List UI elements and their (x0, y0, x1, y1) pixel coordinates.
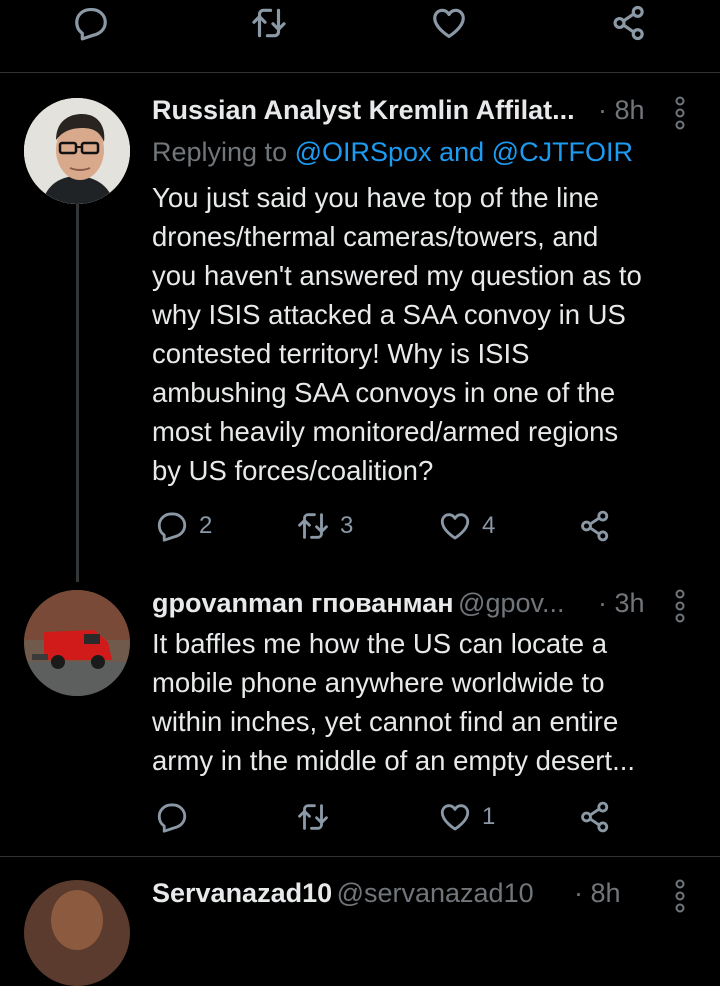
mention-link[interactable]: @OIRSpox (295, 137, 432, 167)
more-vertical-icon[interactable] (674, 878, 686, 919)
like-icon (438, 800, 472, 834)
thread-connector-line (76, 204, 79, 582)
like-count: 1 (482, 803, 496, 830)
retweet-count: 3 (340, 512, 354, 539)
retweet-icon (296, 800, 330, 834)
replying-to: Replying to @OIRSpox and @CJTFOIR (152, 137, 633, 168)
like-button[interactable]: 4 (438, 509, 495, 543)
author-name[interactable]: gpovanman гпованман (152, 588, 454, 618)
tweet-header: gpovanman гпованман @gpov... (152, 588, 565, 619)
share-icon[interactable] (610, 4, 648, 42)
retweet-button[interactable] (296, 800, 330, 834)
more-vertical-icon[interactable] (674, 588, 686, 629)
retweet-icon[interactable] (250, 4, 288, 42)
like-count: 4 (482, 512, 496, 539)
more-vertical-icon[interactable] (674, 95, 686, 136)
retweet-button[interactable]: 3 (296, 509, 353, 543)
avatar[interactable] (24, 880, 130, 986)
reply-button[interactable]: 2 (155, 509, 212, 543)
timestamp[interactable]: · 8h (574, 878, 621, 909)
divider (0, 72, 720, 73)
timestamp[interactable]: · 8h (598, 95, 645, 126)
mention-and: and (439, 137, 485, 167)
reply-icon (155, 509, 189, 543)
author-handle[interactable]: @servanazad10 (337, 878, 534, 908)
retweet-icon (296, 509, 330, 543)
share-icon (578, 800, 612, 834)
like-icon (438, 509, 472, 543)
share-button[interactable] (578, 509, 612, 543)
reply-icon[interactable] (72, 4, 110, 42)
reply-count: 2 (199, 512, 213, 539)
tweet-text: You just said you have top of the line d… (152, 182, 642, 486)
like-icon[interactable] (430, 4, 468, 42)
tweet-text: It baffles me how the US can locate a mo… (152, 628, 635, 776)
previous-tweet-actions (0, 0, 720, 72)
divider (0, 856, 720, 857)
avatar[interactable] (24, 590, 130, 696)
author-name[interactable]: Russian Analyst Kremlin Affilat... (152, 95, 575, 126)
avatar[interactable] (24, 98, 130, 204)
like-button[interactable]: 1 (438, 800, 495, 834)
timestamp[interactable]: · 3h (598, 588, 645, 619)
share-icon (578, 509, 612, 543)
replying-prefix: Replying to (152, 137, 288, 167)
reply-icon (155, 800, 189, 834)
reply-button[interactable] (155, 800, 189, 834)
tweet-header: Servanazad10 @servanazad10 (152, 878, 534, 909)
share-button[interactable] (578, 800, 612, 834)
mention-link[interactable]: @CJTFOIR (492, 137, 633, 167)
author-handle[interactable]: @gpov... (458, 588, 564, 618)
author-name[interactable]: Servanazad10 (152, 878, 332, 908)
